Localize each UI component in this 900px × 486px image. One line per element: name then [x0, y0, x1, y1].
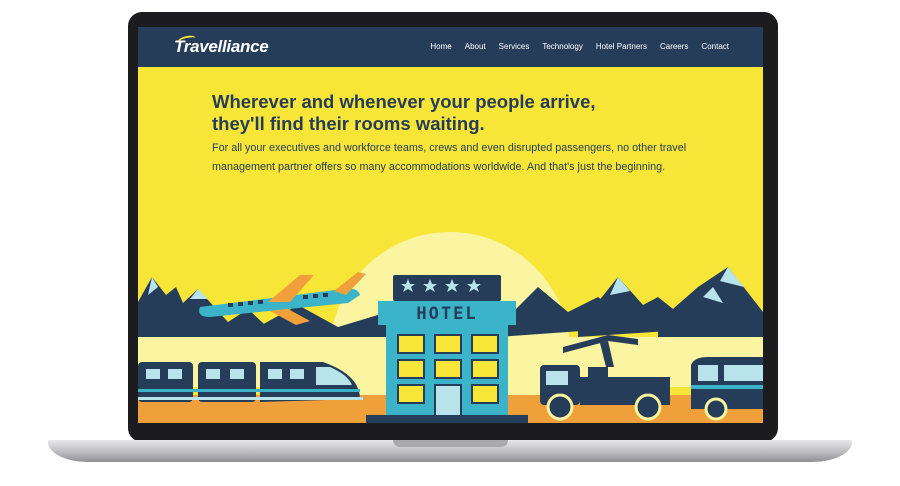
nav-link-home[interactable]: Home [430, 42, 451, 51]
nav-links: Home About Services Technology Hotel Par… [417, 42, 729, 51]
nav-link-hotel-partners[interactable]: Hotel Partners [596, 42, 647, 51]
hero-body-text: For all your executives and workforce te… [212, 142, 687, 173]
nav-link-technology[interactable]: Technology [542, 42, 582, 51]
hero-headline-line1: Wherever and whenever your people arrive… [212, 91, 596, 112]
site-logo[interactable]: Travelliance [174, 37, 269, 57]
browser-screen: Travelliance Home About Services Technol… [138, 27, 763, 423]
nav-link-about[interactable]: About [465, 42, 486, 51]
nav-link-contact[interactable]: Contact [701, 42, 729, 51]
travel-illustration: HOTEL [138, 232, 763, 423]
train-icon [138, 362, 363, 402]
hotel-sign-text: HOTEL [416, 304, 477, 324]
laptop-notch [393, 440, 508, 447]
hero-headline: Wherever and whenever your people arrive… [212, 91, 672, 135]
nav-link-careers[interactable]: Careers [660, 42, 688, 51]
top-nav: Travelliance Home About Services Technol… [138, 27, 763, 67]
nav-link-services[interactable]: Services [499, 42, 530, 51]
hero-headline-line2: they'll find their rooms waiting. [212, 113, 485, 134]
